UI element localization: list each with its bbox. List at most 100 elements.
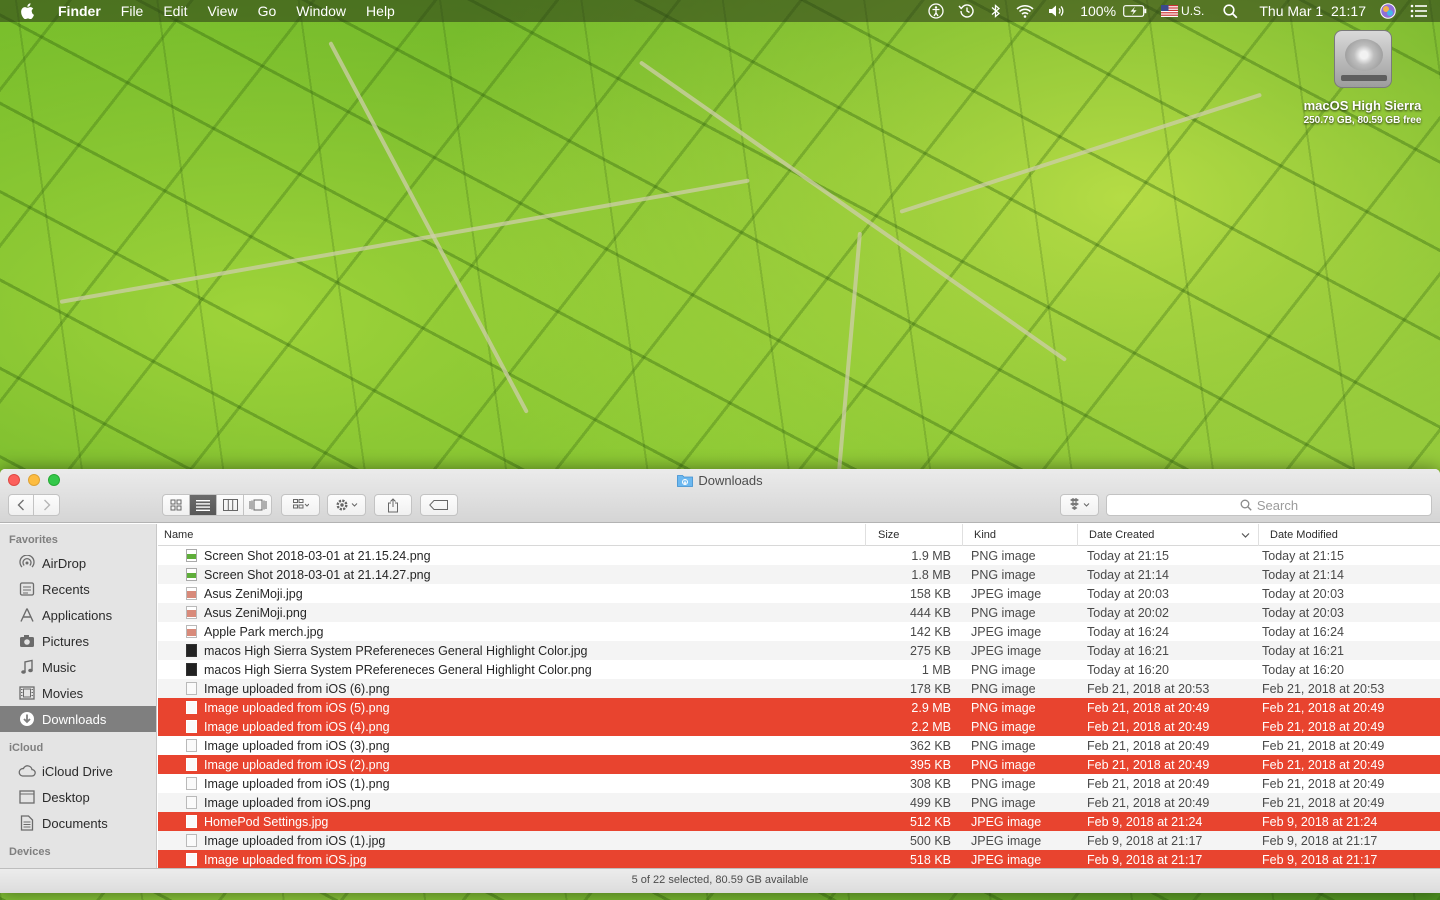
bluetooth-icon[interactable] [990,3,1002,19]
group-by-button[interactable] [281,494,320,516]
file-row[interactable]: macos High Sierra System PRefereneces Ge… [158,641,1440,660]
column-view-button[interactable] [217,495,244,515]
file-name: Image uploaded from iOS (2).png [204,757,390,772]
gallery-view-button[interactable] [244,495,271,515]
file-size: 444 KB [909,605,951,620]
battery-icon[interactable] [1123,5,1147,17]
menu-file[interactable]: File [111,0,154,22]
airdrop-icon [18,554,36,572]
file-row[interactable]: Image uploaded from iOS (4).png 2.2 MB PNG… [158,717,1440,736]
file-size: 2.9 MB [911,700,951,715]
tag-icon [429,500,448,510]
file-kind: PNG image [971,681,1036,696]
user-avatar-icon[interactable] [1380,3,1396,19]
file-size: 362 KB [909,738,951,753]
file-row[interactable]: Image uploaded from iOS.png 499 KB PNG ima… [158,793,1440,812]
sidebar-item-icloud-drive[interactable]: iCloud Drive [0,758,156,784]
action-menu-button[interactable] [327,494,366,516]
file-name-cell: Image uploaded from iOS (6).png [158,682,866,696]
file-date-modified: Today at 20:03 [1262,586,1345,601]
file-size: 512 KB [909,814,951,829]
input-source-label[interactable]: U.S. [1181,0,1204,22]
sidebar-item-desktop[interactable]: Desktop [0,784,156,810]
title-bar[interactable]: Downloads Search [0,469,1440,523]
column-header-name[interactable]: Name [158,524,866,546]
file-row[interactable]: Image uploaded from iOS (6).png 178 KB PNG… [158,679,1440,698]
file-date-created: Today at 16:24 [1087,624,1170,639]
apple-menu-icon[interactable] [20,3,36,19]
file-date-created: Feb 21, 2018 at 20:49 [1087,776,1210,791]
column-header-kind[interactable]: Kind [963,524,1078,546]
sidebar-item-movies[interactable]: Movies [0,680,156,706]
file-row[interactable]: macos High Sierra System PRefereneces Ge… [158,660,1440,679]
tags-button[interactable] [420,494,458,516]
search-field[interactable]: Search [1106,494,1432,516]
sidebar-item-pictures[interactable]: Pictures [0,628,156,654]
file-name: Apple Park merch.jpg [204,624,324,639]
file-row[interactable]: Image uploaded from iOS (3).png 362 KB PNG… [158,736,1440,755]
folder-icon [677,475,694,487]
file-kind: JPEG image [971,586,1042,601]
file-kind: PNG image [971,700,1036,715]
menu-help[interactable]: Help [356,0,405,22]
list-view-button[interactable] [190,495,217,515]
menu-finder[interactable]: Finder [48,0,111,22]
sidebar-item-downloads[interactable]: Downloads [0,706,156,732]
sidebar-item-documents[interactable]: Documents [0,810,156,836]
sidebar-item-airdrop[interactable]: AirDrop [0,550,156,576]
file-kind: PNG image [971,738,1036,753]
file-size: 500 KB [909,833,951,848]
volume-icon[interactable] [1048,4,1066,18]
sidebar-item-label: Recents [42,581,90,597]
share-button[interactable] [374,494,412,516]
file-size: 142 KB [909,624,951,639]
dropbox-button[interactable] [1060,494,1099,516]
menubar-clock[interactable]: Thu Mar 1 21:17 [1259,0,1366,22]
file-row[interactable]: Image uploaded from iOS (1).png 308 KB PNG… [158,774,1440,793]
icon-view-button[interactable] [163,495,190,515]
column-header-date-modified[interactable]: Date Modified [1259,524,1440,546]
file-size: 1.8 MB [911,567,951,582]
file-row[interactable]: Screen Shot 2018-03-01 at 21.14.27.png 1.… [158,565,1440,584]
file-size: 1.9 MB [911,548,951,563]
sidebar-item-applications[interactable]: Applications [0,602,156,628]
image-file-icon [186,853,197,866]
file-row[interactable]: Image uploaded from iOS.jpg 518 KB JPEG im… [158,850,1440,868]
file-name-cell: Image uploaded from iOS (5).png [158,701,866,715]
file-row[interactable]: Asus ZeniMoji.jpg 158 KB JPEG image Today a… [158,584,1440,603]
menu-window[interactable]: Window [286,0,356,22]
recents-icon [18,580,36,598]
file-kind: JPEG image [971,852,1042,867]
search-placeholder: Search [1256,497,1299,513]
file-row[interactable]: Apple Park merch.jpg 142 KB JPEG image Toda… [158,622,1440,641]
status-bar: 5 of 22 selected, 80.59 GB available [0,868,1440,893]
file-row[interactable]: Asus ZeniMoji.png 444 KB PNG image Today at… [158,603,1440,622]
wifi-icon[interactable] [1016,4,1034,18]
battery-percent[interactable]: 100% [1080,0,1116,22]
file-row[interactable]: Image uploaded from iOS (5).png 2.9 MB PNG… [158,698,1440,717]
spotlight-search-icon[interactable] [1223,3,1238,19]
sidebar-item-recents[interactable]: Recents [0,576,156,602]
search-icon [1240,499,1252,511]
image-file-icon [186,625,197,638]
column-header-date-created[interactable]: Date Created [1078,524,1259,546]
file-row[interactable]: HomePod Settings.jpg 512 KB JPEG image Feb … [158,812,1440,831]
file-row[interactable]: Image uploaded from iOS (2).png 395 KB PNG… [158,755,1440,774]
view-mode-control [162,494,272,516]
desktop-drive[interactable]: macOS High Sierra 250.79 GB, 80.59 GB fr… [1290,30,1435,126]
menu-go[interactable]: Go [248,0,287,22]
file-date-modified: Feb 21, 2018 at 20:53 [1262,681,1385,696]
forward-button[interactable] [34,495,59,515]
file-row[interactable]: Image uploaded from iOS (1).jpg 500 KB JPE… [158,831,1440,850]
music-icon [18,658,36,676]
accessibility-icon[interactable] [928,3,944,19]
menu-view[interactable]: View [197,0,247,22]
menu-edit[interactable]: Edit [153,0,197,22]
sidebar-item-music[interactable]: Music [0,654,156,680]
time-machine-icon[interactable] [958,3,976,19]
back-button[interactable] [9,495,34,515]
us-flag-icon[interactable] [1161,5,1179,17]
column-header-size[interactable]: Size [866,524,963,546]
file-kind: PNG image [971,567,1036,582]
notification-center-icon[interactable] [1410,4,1428,18]
